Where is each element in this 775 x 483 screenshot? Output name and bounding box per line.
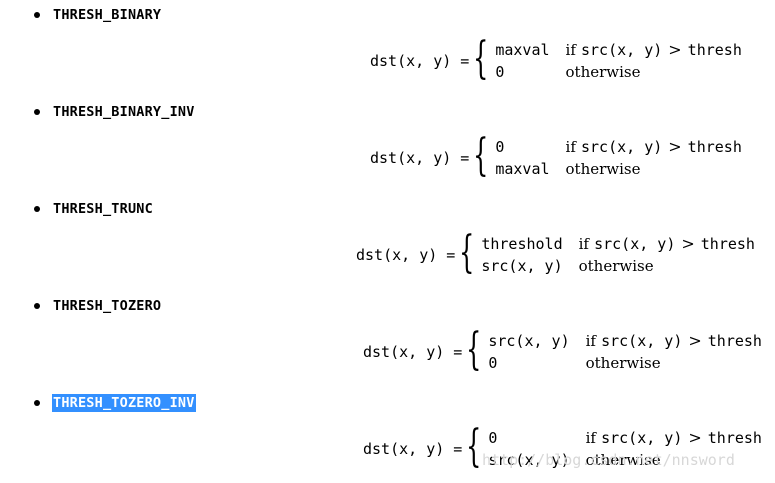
case-condition: otherwise xyxy=(578,257,654,275)
case-value: maxval xyxy=(495,41,550,59)
constant-name[interactable]: THRESH_TRUNC xyxy=(52,200,154,218)
cases: threshold if src(x, y) > thresh src(x, y) … xyxy=(481,233,755,277)
bullet-icon xyxy=(34,400,40,406)
case-value: src(x, y) xyxy=(481,257,563,275)
bullet-row: THRESH_TRUNC xyxy=(34,199,154,219)
bullet-icon xyxy=(34,206,40,212)
condition-rhs: thresh xyxy=(687,138,742,156)
bullet-icon xyxy=(34,303,40,309)
condition-lhs: src(x, y) xyxy=(594,235,676,253)
formula-lhs: dst(x, y) = xyxy=(363,343,463,361)
case-condition: if src(x, y) > thresh xyxy=(586,427,762,449)
condition-rhs: thresh xyxy=(700,235,755,253)
condition-lhs: src(x, y) xyxy=(580,41,663,59)
case-value: maxval xyxy=(495,160,550,178)
left-brace-icon: { xyxy=(466,324,482,375)
formula: dst(x, y) = { threshold if src(x, y) > thr… xyxy=(356,227,755,278)
condition-prefix: if xyxy=(565,41,576,59)
condition-rhs: thresh xyxy=(707,332,762,350)
condition-operator: > xyxy=(688,428,702,447)
condition-rhs: thresh xyxy=(687,41,742,59)
condition-operator: > xyxy=(681,234,695,253)
case-condition: otherwise xyxy=(565,160,641,178)
condition-operator: > xyxy=(688,331,702,350)
case-value: threshold xyxy=(481,235,563,253)
condition-prefix: if xyxy=(565,138,576,156)
formula-lhs: dst(x, y) = xyxy=(356,246,456,264)
condition-rhs: thresh xyxy=(707,429,762,447)
left-brace-icon: { xyxy=(473,33,489,84)
condition-lhs: src(x, y) xyxy=(580,138,663,156)
left-brace-icon: { xyxy=(459,227,475,278)
left-brace-icon: { xyxy=(473,130,489,181)
formula-lhs: dst(x, y) = xyxy=(363,440,463,458)
condition-prefix: if xyxy=(585,429,596,447)
cases: 0 if src(x, y) > thresh maxval otherwise xyxy=(495,136,742,180)
left-brace-icon: { xyxy=(466,421,482,472)
case-condition: if src(x, y) > thresh xyxy=(566,39,742,61)
case-condition: otherwise xyxy=(585,451,661,469)
case-condition: if src(x, y) > thresh xyxy=(566,136,742,158)
formula: dst(x, y) = { maxval if src(x, y) > thresh… xyxy=(370,33,742,84)
bullet-row: THRESH_TOZERO_INV xyxy=(34,393,196,413)
bullet-row: THRESH_BINARY xyxy=(34,5,162,25)
bullet-row: THRESH_BINARY_INV xyxy=(34,102,196,122)
constant-name[interactable]: THRESH_TOZERO xyxy=(52,297,162,315)
case-value: 0 xyxy=(488,354,498,372)
case-condition: if src(x, y) > thresh xyxy=(586,330,762,352)
condition-lhs: src(x, y) xyxy=(601,429,683,447)
constant-name[interactable]: THRESH_BINARY_INV xyxy=(52,103,196,121)
bullet-icon xyxy=(34,109,40,115)
formula-lhs: dst(x, y) = xyxy=(370,52,470,70)
condition-operator: > xyxy=(668,137,682,156)
case-condition: if src(x, y) > thresh xyxy=(579,233,755,255)
case-condition: otherwise xyxy=(565,63,641,81)
case-value: 0 xyxy=(495,138,505,156)
constant-name[interactable]: THRESH_BINARY xyxy=(52,6,162,24)
case-value: src(x, y) xyxy=(488,332,570,350)
formula-lhs: dst(x, y) = xyxy=(370,149,470,167)
case-condition: otherwise xyxy=(585,354,661,372)
cases: src(x, y) if src(x, y) > thresh 0 otherwis… xyxy=(488,330,762,374)
bullet-row: THRESH_TOZERO xyxy=(34,296,162,316)
cases: 0 if src(x, y) > thresh src(x, y) otherwis… xyxy=(488,427,762,471)
condition-prefix: if xyxy=(578,235,589,253)
cases: maxval if src(x, y) > thresh 0 otherwise xyxy=(495,39,742,83)
constant-name-selected[interactable]: THRESH_TOZERO_INV xyxy=(52,394,196,412)
formula: dst(x, y) = { 0 if src(x, y) > thresh maxv… xyxy=(370,130,742,181)
condition-prefix: if xyxy=(585,332,596,350)
case-value: 0 xyxy=(488,429,498,447)
bullet-icon xyxy=(34,12,40,18)
case-value: src(x, y) xyxy=(488,451,570,469)
formula: dst(x, y) = { src(x, y) if src(x, y) > thr… xyxy=(363,324,762,375)
condition-lhs: src(x, y) xyxy=(601,332,683,350)
formula: dst(x, y) = { 0 if src(x, y) > thresh src(… xyxy=(363,421,762,472)
condition-operator: > xyxy=(668,40,682,59)
case-value: 0 xyxy=(495,63,505,81)
